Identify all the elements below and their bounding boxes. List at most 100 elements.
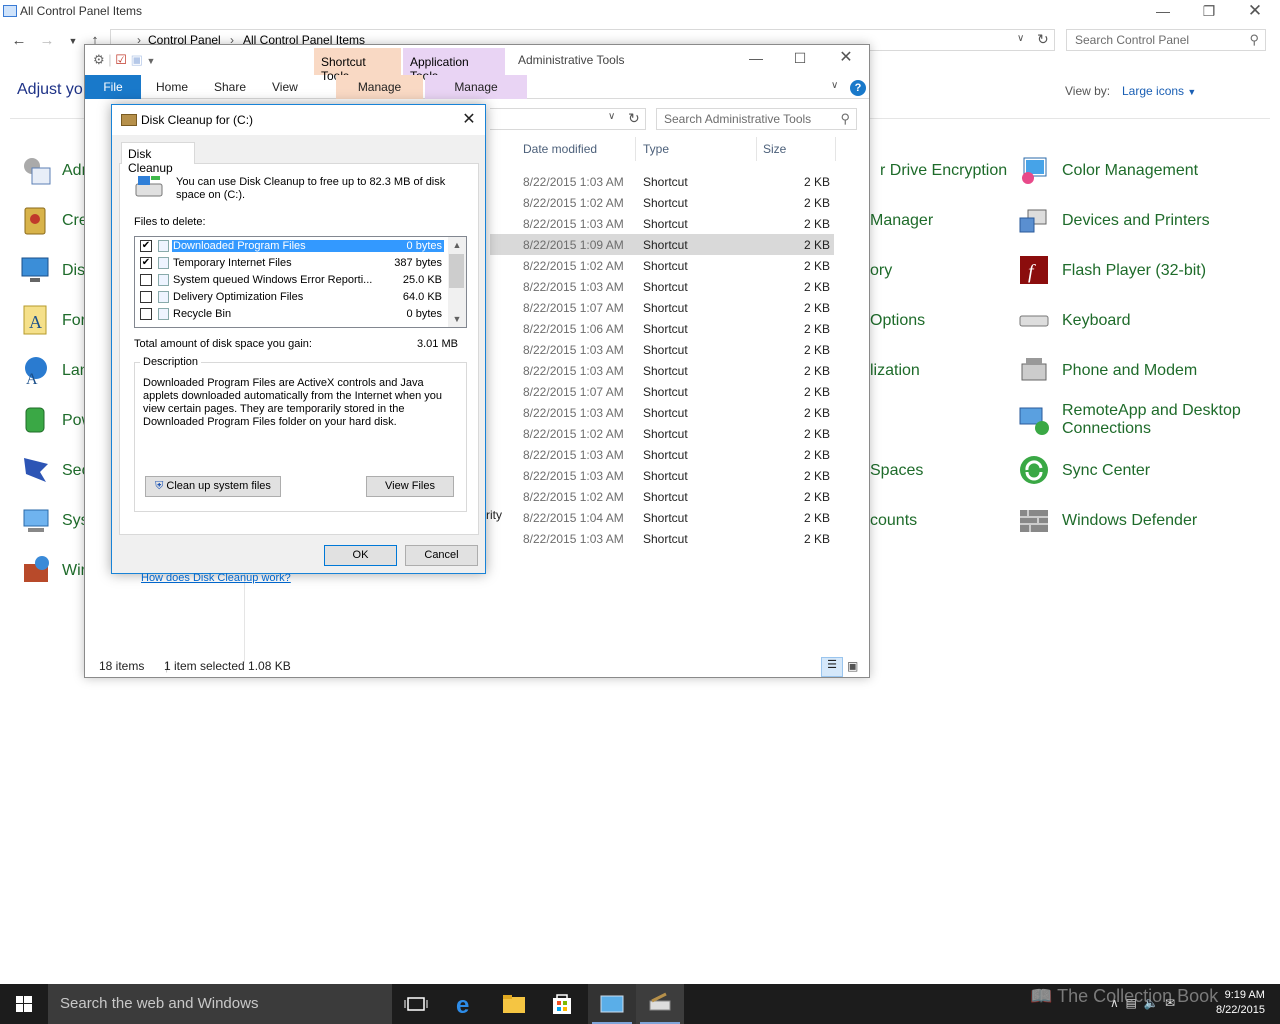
admin-address-bar[interactable]: ∨ ↻	[490, 108, 646, 130]
file-row[interactable]: 8/22/2015 1:02 AM Shortcut 2 KB	[490, 192, 834, 213]
properties-icon[interactable]: ⚙	[93, 52, 105, 67]
store-button[interactable]	[538, 984, 586, 1024]
search-admin-tools-input[interactable]: Search Administrative Tools ⚲	[656, 108, 857, 130]
item-checkbox[interactable]	[140, 274, 152, 286]
scrollbar-thumb[interactable]	[449, 254, 464, 288]
edge-browser-button[interactable]: e	[442, 984, 490, 1024]
close-button[interactable]: ✕	[455, 108, 483, 132]
task-view-button[interactable]	[392, 984, 440, 1024]
tab-disk-cleanup[interactable]: Disk Cleanup	[121, 142, 195, 175]
cleanup-file-item[interactable]: ✔ Temporary Internet Files 387 bytes	[135, 255, 448, 272]
column-divider[interactable]	[835, 137, 836, 161]
large-icons-view-icon[interactable]: ▣	[847, 659, 858, 673]
cp-item-windows-firewall[interactable]: Wir	[62, 562, 86, 580]
how-disk-cleanup-works-link[interactable]: How does Disk Cleanup work?	[141, 572, 291, 584]
list-scrollbar[interactable]: ▲ ▼	[448, 237, 466, 327]
item-checkbox[interactable]: ✔	[140, 240, 152, 252]
cp-item-display[interactable]: Dis	[62, 262, 85, 280]
cleanup-file-item[interactable]: System queued Windows Error Reporti... 25…	[135, 272, 448, 289]
cp-item-keyboard[interactable]: Keyboard	[1062, 312, 1131, 330]
control-panel-taskbar-button[interactable]	[588, 984, 636, 1024]
column-divider[interactable]	[756, 137, 757, 161]
close-button[interactable]: ✕	[1232, 0, 1278, 24]
column-header-date-modified[interactable]: Date modified	[523, 142, 597, 156]
tab-manage-shortcut[interactable]: Manage	[336, 75, 423, 99]
files-to-delete-list[interactable]: ✔ Downloaded Program Files 0 bytes ✔ Tempora…	[134, 236, 467, 328]
cleanup-file-item[interactable]: ✔ Downloaded Program Files 0 bytes	[135, 238, 448, 255]
item-checkbox[interactable]	[140, 291, 152, 303]
file-row[interactable]: 8/22/2015 1:03 AM Shortcut 2 KB	[490, 444, 834, 465]
cp-item-flash-player[interactable]: Flash Player (32-bit)	[1062, 262, 1206, 280]
help-icon[interactable]: ?	[850, 80, 866, 96]
forward-button[interactable]: →	[36, 30, 58, 52]
disk-cleanup-taskbar-button[interactable]	[636, 984, 684, 1024]
file-row[interactable]: 8/22/2015 1:02 AM Shortcut 2 KB	[490, 423, 834, 444]
minimize-button[interactable]: —	[1140, 0, 1186, 24]
file-row[interactable]: 8/22/2015 1:04 AM Shortcut 2 KB	[490, 507, 834, 528]
dialog-titlebar[interactable]: Disk Cleanup for (C:) ✕	[112, 105, 485, 135]
clean-up-system-files-button[interactable]: ⛨ Clean up system files	[145, 476, 281, 497]
start-button[interactable]	[0, 984, 48, 1024]
file-row[interactable]: 8/22/2015 1:03 AM Shortcut 2 KB	[490, 339, 834, 360]
cp-item-fonts[interactable]: For	[62, 312, 86, 330]
file-row[interactable]: 8/22/2015 1:02 AM Shortcut 2 KB	[490, 255, 834, 276]
cp-item-sync-center[interactable]: Sync Center	[1062, 462, 1150, 480]
recent-locations-chevron-icon[interactable]: ▼	[62, 30, 84, 52]
cp-item-color-management[interactable]: Color Management	[1062, 162, 1198, 180]
ok-button[interactable]: OK	[324, 545, 397, 566]
column-header-size[interactable]: Size	[763, 142, 786, 156]
refresh-icon[interactable]: ↻	[1037, 31, 1049, 48]
details-view-icon[interactable]: ☰	[821, 657, 843, 677]
tab-home[interactable]: Home	[156, 80, 188, 94]
file-explorer-button[interactable]	[490, 984, 538, 1024]
close-button[interactable]: ✕	[823, 47, 869, 71]
tab-file[interactable]: File	[85, 75, 141, 99]
cp-item-devices-and-printers[interactable]: Devices and Printers	[1062, 212, 1210, 230]
restore-button[interactable]: ❐	[1186, 0, 1232, 24]
cancel-button[interactable]: Cancel	[405, 545, 478, 566]
cp-item-bitlocker[interactable]: r Drive Encryption	[880, 162, 1007, 180]
cp-item-phone-and-modem[interactable]: Phone and Modem	[1062, 362, 1197, 380]
new-folder-icon[interactable]: ▣	[131, 52, 143, 67]
file-row[interactable]: 8/22/2015 1:09 AM Shortcut 2 KB	[490, 234, 834, 255]
cp-item-file-history[interactable]: ory	[870, 262, 892, 280]
view-by-dropdown[interactable]: Large icons ▼	[1122, 84, 1196, 98]
search-control-panel-input[interactable]: Search Control Panel ⚲	[1066, 29, 1266, 51]
tab-view[interactable]: View	[272, 80, 298, 94]
file-row[interactable]: 8/22/2015 1:03 AM Shortcut 2 KB	[490, 528, 834, 549]
column-divider[interactable]	[635, 137, 636, 161]
tab-share[interactable]: Share	[214, 80, 246, 94]
cp-item-device-manager[interactable]: Manager	[870, 212, 933, 230]
back-button[interactable]: ←	[8, 30, 30, 52]
taskbar-search-box[interactable]: Search the web and Windows	[48, 984, 392, 1024]
refresh-icon[interactable]: ↻	[628, 110, 640, 127]
file-row[interactable]: 8/22/2015 1:03 AM Shortcut 2 KB	[490, 276, 834, 297]
item-checkbox[interactable]	[140, 308, 152, 320]
file-row[interactable]: 8/22/2015 1:06 AM Shortcut 2 KB	[490, 318, 834, 339]
maximize-button[interactable]: ☐	[777, 47, 823, 71]
file-row[interactable]: 8/22/2015 1:03 AM Shortcut 2 KB	[490, 402, 834, 423]
scroll-down-arrow-icon[interactable]: ▼	[448, 311, 466, 327]
address-dropdown-chevron-icon[interactable]: ∨	[1017, 33, 1024, 44]
cp-item-internet-options[interactable]: Options	[870, 312, 925, 330]
cp-item-personalization[interactable]: lization	[870, 362, 920, 380]
clock[interactable]: 9:19 AM 8/22/2015	[1216, 988, 1265, 1018]
customize-chevron-icon[interactable]: ▼	[147, 56, 156, 66]
tab-manage-application[interactable]: Manage	[425, 75, 527, 99]
cp-item-user-accounts[interactable]: counts	[870, 512, 917, 530]
cleanup-file-item[interactable]: Delivery Optimization Files 64.0 KB	[135, 289, 448, 306]
scroll-up-arrow-icon[interactable]: ▲	[448, 237, 466, 253]
file-row[interactable]: 8/22/2015 1:07 AM Shortcut 2 KB	[490, 297, 834, 318]
cp-item-storage-spaces[interactable]: Spaces	[870, 462, 923, 480]
file-row[interactable]: 8/22/2015 1:07 AM Shortcut 2 KB	[490, 381, 834, 402]
column-header-type[interactable]: Type	[643, 142, 669, 156]
checkmark-icon[interactable]: ☑	[115, 52, 127, 67]
address-dropdown-chevron-icon[interactable]: ∨	[608, 111, 615, 122]
cleanup-file-item[interactable]: Recycle Bin 0 bytes	[135, 306, 448, 323]
item-checkbox[interactable]: ✔	[140, 257, 152, 269]
file-row[interactable]: 8/22/2015 1:03 AM Shortcut 2 KB	[490, 213, 834, 234]
minimize-button[interactable]: —	[733, 47, 779, 71]
cp-item-windows-defender[interactable]: Windows Defender	[1062, 512, 1197, 530]
file-row[interactable]: 8/22/2015 1:03 AM Shortcut 2 KB	[490, 465, 834, 486]
file-row[interactable]: 8/22/2015 1:02 AM Shortcut 2 KB	[490, 486, 834, 507]
